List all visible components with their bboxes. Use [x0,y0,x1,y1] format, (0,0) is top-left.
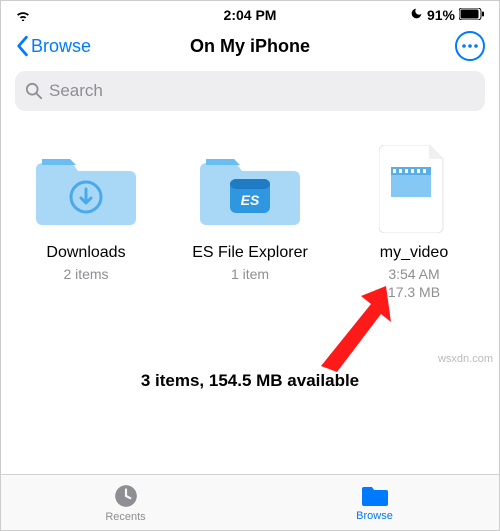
video-file-icon [379,145,449,233]
tab-label: Recents [105,511,145,523]
watermark: wsxdn.com [438,353,493,365]
back-button[interactable]: Browse [15,35,91,57]
status-bar: 2:04 PM 91% [1,1,499,25]
item-sub: 1 item [231,265,269,283]
nav-bar: Browse On My iPhone [1,25,499,71]
item-name: Downloads [46,243,125,263]
item-sub: 3:54 AM [388,265,439,283]
folder-app-icon: ES [200,149,300,229]
clock-icon [113,483,139,509]
item-name: ES File Explorer [192,243,308,263]
folder-download-icon [36,149,136,229]
item-name: my_video [380,243,448,263]
file-my-video[interactable]: my_video 3:54 AM 17.3 MB [344,149,484,301]
tab-label: Browse [356,510,393,522]
search-input[interactable]: Search [15,71,485,111]
status-time: 2:04 PM [1,7,499,23]
file-grid: Downloads 2 items ES ES File Explorer 1 … [1,125,499,311]
storage-summary: 3 items, 154.5 MB available [1,371,499,391]
chevron-left-icon [15,35,29,57]
item-sub: 2 items [63,265,108,283]
folder-es-file-explorer[interactable]: ES ES File Explorer 1 item [180,149,320,301]
tab-bar: Recents Browse [1,474,499,530]
more-button[interactable] [455,31,485,61]
search-icon [25,82,43,100]
search-placeholder: Search [49,81,103,101]
folder-icon [361,484,389,508]
back-label: Browse [31,36,91,57]
folder-downloads[interactable]: Downloads 2 items [16,149,156,301]
tab-browse[interactable]: Browse [250,475,499,530]
ellipsis-icon [462,44,478,48]
svg-text:ES: ES [241,192,260,208]
tab-recents[interactable]: Recents [1,475,250,530]
item-sub2: 17.3 MB [388,283,440,301]
